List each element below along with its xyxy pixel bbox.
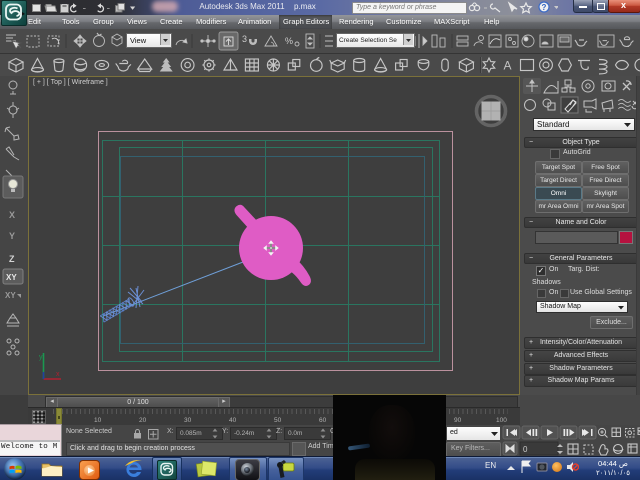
svg-text:?: ?	[542, 3, 547, 12]
svg-text:A: A	[504, 59, 512, 73]
svg-text:X: X	[9, 210, 15, 220]
svg-text:XY: XY	[5, 291, 16, 300]
svg-text:Y: Y	[9, 231, 15, 241]
svg-text:Z: Z	[9, 254, 15, 264]
svg-text:y: y	[39, 354, 43, 361]
svg-text:0: 0	[523, 445, 528, 454]
svg-text:x: x	[56, 371, 60, 378]
svg-text:XY: XY	[6, 273, 17, 282]
svg-text:%: %	[285, 36, 293, 46]
svg-text:3: 3	[242, 34, 247, 44]
